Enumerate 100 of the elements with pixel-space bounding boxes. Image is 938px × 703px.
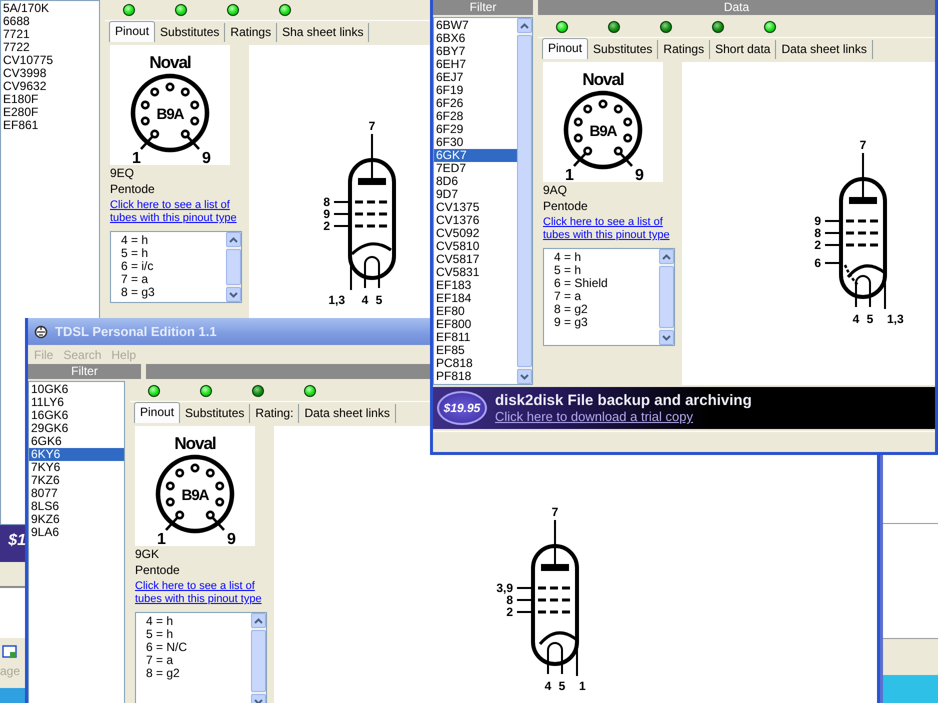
tube-list-item[interactable]: EF183 — [434, 279, 517, 292]
window-icon[interactable] — [2, 644, 18, 660]
tube-list-item[interactable]: 6GK6 — [29, 435, 124, 448]
chevron-down-icon[interactable] — [254, 698, 263, 703]
tube-list-item[interactable]: E180F — [1, 93, 99, 106]
chevron-up-icon[interactable] — [229, 236, 238, 242]
pin-entry: 9 = g3 — [554, 316, 589, 329]
tube-list-item[interactable]: 6BY7 — [434, 45, 517, 58]
tube-type: Pentode — [543, 199, 589, 214]
status-text: age — [0, 664, 22, 678]
tube-list-item[interactable]: PC818 — [434, 357, 517, 370]
pin-label: 5 — [376, 293, 382, 307]
chevron-up-icon[interactable] — [254, 618, 263, 624]
tube-type: Pentode — [135, 563, 181, 578]
tube-list-item[interactable]: 6BW7 — [434, 19, 517, 32]
socket-name: Noval — [149, 53, 191, 72]
tube-list-item[interactable]: CV3998 — [1, 67, 99, 80]
tube-list-item[interactable]: EF811 — [434, 331, 517, 344]
tube-list-item[interactable]: PF818 — [434, 370, 517, 383]
pin-label: 1,3 — [328, 293, 345, 307]
pin-label: 8 — [323, 195, 330, 209]
tube-list-item[interactable]: 6GK7 — [434, 149, 517, 162]
download-link[interactable]: Click here to download a trial copy — [495, 409, 752, 424]
pinout-link[interactable]: Click here to see a list of tubes with this pinout type — [110, 199, 242, 225]
pin-entry: 4 = h — [146, 615, 174, 628]
tube-list-item[interactable]: 9D7 — [434, 188, 517, 201]
tube-list-item[interactable]: 8D6 — [434, 175, 517, 188]
pin-label: 5 — [866, 312, 874, 326]
tab[interactable]: Pinout — [542, 38, 588, 59]
pin-entry: 6 = N/C — [146, 641, 188, 654]
pin-label: 4 — [852, 312, 860, 326]
pin-entry: 8 = g2 — [554, 303, 589, 316]
tube-list-item[interactable]: 6F29 — [434, 123, 517, 136]
tube-list-item[interactable]: 6EJ7 — [434, 71, 517, 84]
tube-list-item[interactable]: 6688 — [1, 15, 99, 28]
pinout-code: 9EQ — [110, 166, 136, 181]
socket-code: B9A — [182, 487, 208, 504]
tube-list-item[interactable]: 7KZ6 — [29, 474, 124, 487]
pin-entry: 5 = h — [121, 247, 150, 260]
tube-list-item[interactable]: 7KY6 — [29, 461, 124, 474]
tube-list-item[interactable]: CV5810 — [434, 240, 517, 253]
pin-label: 8 — [506, 593, 513, 607]
tube-list-item[interactable]: 16GK6 — [29, 409, 124, 422]
tube-list-item[interactable]: CV5092 — [434, 227, 517, 240]
chevron-down-icon[interactable] — [662, 334, 671, 340]
tube-list-item[interactable]: CV5817 — [434, 253, 517, 266]
tube-list-item[interactable]: 6F30 — [434, 136, 517, 149]
tube-list-item[interactable]: CV1375 — [434, 201, 517, 214]
tube-list-item[interactable]: 6F26 — [434, 97, 517, 110]
tube-list-item[interactable]: E280F — [1, 106, 99, 119]
pin-entry: 7 = a — [121, 273, 150, 286]
pin-label: 4 — [544, 679, 552, 693]
tube-list-item[interactable]: 5A/170K — [1, 2, 99, 15]
tube-list-item[interactable]: CV5831 — [434, 266, 517, 279]
tab[interactable]: Pinout — [109, 21, 156, 42]
tube-list-item[interactable]: 7721 — [1, 28, 99, 41]
filter-header: Filter — [433, 0, 533, 15]
tube-list-item[interactable]: CV10775 — [1, 54, 99, 67]
pinout-link[interactable]: Click here to see a list of tubes with this pinout type — [135, 580, 267, 606]
tube-list-item[interactable]: CV1376 — [434, 214, 517, 227]
tube-list-item[interactable]: 7722 — [1, 41, 99, 54]
ad-banner[interactable]: $19.95 disk2disk File backup and archiving Click here to download a trial copy — [433, 387, 935, 429]
tube-list-item[interactable]: 9LA6 — [29, 526, 124, 539]
pin-label: 8 — [814, 226, 821, 240]
tube-list-item[interactable]: 6KY6 — [29, 448, 124, 461]
chevron-up-icon[interactable] — [662, 254, 671, 260]
pin-entry: 8 = g2 — [146, 667, 181, 680]
tube-list-item[interactable]: 10GK6 — [29, 383, 124, 396]
pinout-code: 9AQ — [543, 183, 568, 198]
tube-list-item[interactable]: EF80 — [434, 305, 517, 318]
tube-list-item[interactable]: EF800 — [434, 318, 517, 331]
tube-list-item[interactable]: 29GK6 — [29, 422, 124, 435]
pin-number: 1 — [157, 531, 165, 546]
pin-label: 4 — [362, 293, 368, 307]
socket-code: B9A — [156, 106, 184, 123]
price-badge: $19.95 — [437, 391, 487, 425]
tube-list-item[interactable]: 6EH7 — [434, 58, 517, 71]
tube-list-item[interactable]: 7ED7 — [434, 162, 517, 175]
tube-list-item[interactable]: 9KZ6 — [29, 513, 124, 526]
tube-list-item[interactable]: EF861 — [1, 119, 99, 132]
tube-list-item[interactable]: 8LS6 — [29, 500, 124, 513]
tube-list-item[interactable]: 11LY6 — [29, 396, 124, 409]
tube-list-item[interactable]: 6F28 — [434, 110, 517, 123]
chevron-down-icon[interactable] — [229, 292, 238, 298]
filter-header: Filter — [28, 364, 141, 379]
pinout-code: 9GK — [135, 547, 160, 562]
tube-list-item[interactable]: EF184 — [434, 292, 517, 305]
chevron-down-icon[interactable] — [520, 374, 529, 380]
ad-headline: disk2disk File backup and archiving — [495, 392, 752, 409]
tube-list-item[interactable]: 6BX6 — [434, 32, 517, 45]
tube-list-item[interactable]: EF85 — [434, 344, 517, 357]
pin-label: 9 — [323, 207, 330, 221]
tube-list-item[interactable]: 8077 — [29, 487, 124, 500]
tab[interactable]: Pinout — [134, 402, 180, 423]
tube-list-item[interactable]: 6F19 — [434, 84, 517, 97]
pinout-link[interactable]: Click here to see a list of tubes with this pinout type — [543, 216, 675, 242]
tube-list-item[interactable]: CV9632 — [1, 80, 99, 93]
chevron-up-icon[interactable] — [520, 22, 529, 28]
pin-label: 5 — [558, 679, 566, 693]
pin-number: 1 — [132, 150, 140, 165]
